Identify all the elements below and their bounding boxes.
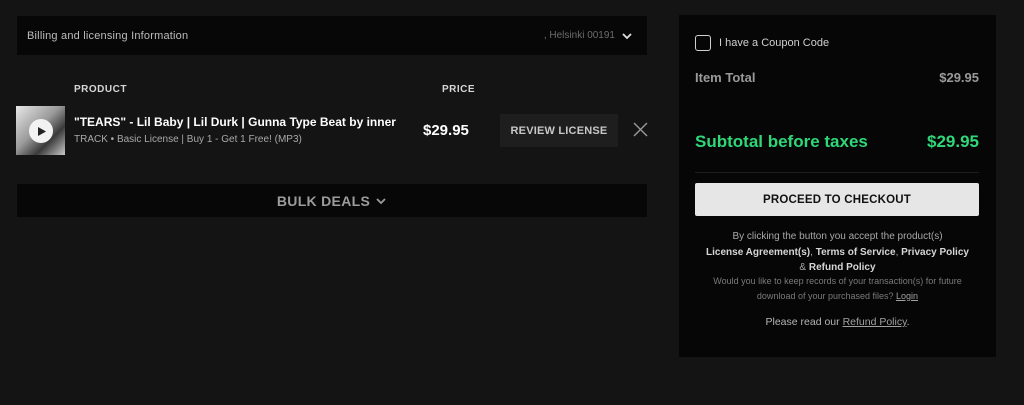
billing-info-bar[interactable]: Billing and licensing Information , Hels… — [17, 16, 647, 55]
billing-title: Billing and licensing Information — [27, 29, 189, 42]
chevron-down-icon — [376, 197, 386, 204]
track-price: $29.95 — [423, 122, 469, 139]
refund-policy-link-bottom[interactable]: Refund Policy — [843, 316, 907, 328]
subtotal-row: Subtotal before taxes $29.95 — [695, 132, 979, 152]
summary-divider — [695, 172, 979, 173]
refund-note: Please read our Refund Policy. — [679, 316, 996, 328]
proceed-to-checkout-button[interactable]: PROCEED TO CHECKOUT — [695, 183, 979, 216]
subtotal-label: Subtotal before taxes — [695, 132, 868, 151]
item-total-value: $29.95 — [939, 70, 979, 85]
coupon-checkbox[interactable] — [695, 35, 711, 51]
bulk-deals-toggle[interactable]: BULK DEALS — [17, 184, 647, 217]
legal-notice: By clicking the button you accept the pr… — [691, 229, 984, 276]
coupon-label[interactable]: I have a Coupon Code — [719, 37, 829, 49]
track-license-info: TRACK • Basic License | Buy 1 - Get 1 Fr… — [74, 134, 302, 145]
close-icon[interactable] — [632, 121, 649, 138]
billing-location-text: , Helsinki 00191 — [543, 30, 615, 41]
coupon-option[interactable]: I have a Coupon Code — [695, 35, 829, 51]
records-prompt: Would you like to keep records of your t… — [699, 274, 976, 303]
subtotal-value: $29.95 — [927, 132, 979, 151]
product-column-header: PRODUCT — [74, 84, 127, 95]
bulk-deals-label: BULK DEALS — [276, 192, 371, 209]
play-icon — [37, 126, 46, 136]
review-license-button[interactable]: REVIEW LICENSE — [500, 114, 618, 147]
refund-policy-link[interactable]: Refund Policy — [809, 262, 876, 273]
refund-prefix: Please read our — [765, 316, 840, 328]
legal-prefix: By clicking the button you accept the pr… — [732, 231, 943, 242]
track-thumbnail[interactable] — [16, 106, 65, 155]
item-total-label: Item Total — [695, 70, 756, 85]
refund-suffix: . — [906, 316, 910, 328]
license-agreement-link[interactable]: License Agreement(s) — [706, 247, 810, 258]
terms-of-service-link[interactable]: Terms of Service — [816, 247, 896, 258]
privacy-policy-link[interactable]: Privacy Policy — [901, 247, 969, 258]
legal-ampersand: & — [799, 262, 807, 273]
records-text: Would you like to keep records of your t… — [713, 276, 962, 301]
chevron-down-icon — [622, 32, 632, 39]
order-summary-panel: I have a Coupon Code Item Total $29.95 S… — [679, 15, 996, 357]
track-title[interactable]: "TEARS" - Lil Baby | Lil Durk | Gunna Ty… — [74, 115, 396, 129]
login-link[interactable]: Login — [896, 291, 918, 301]
price-column-header: PRICE — [442, 84, 476, 95]
billing-location[interactable]: , Helsinki 00191 — [544, 30, 633, 42]
item-total-row: Item Total $29.95 — [695, 70, 979, 85]
play-button[interactable] — [29, 119, 53, 143]
